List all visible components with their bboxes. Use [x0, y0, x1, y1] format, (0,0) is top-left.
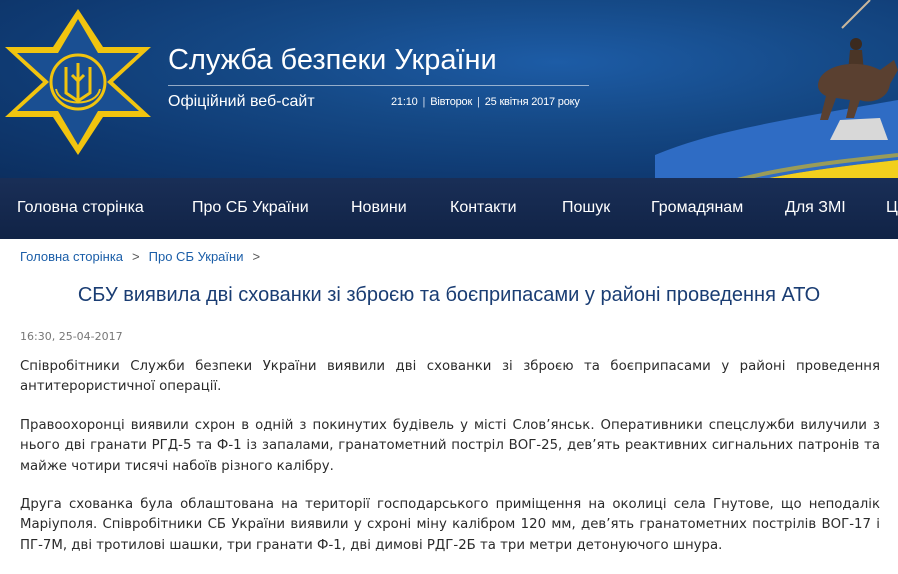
nav-item-about[interactable]: Про СБ України — [192, 199, 309, 217]
nav-item-media[interactable]: Для ЗМІ — [785, 199, 846, 217]
breadcrumb-home-link[interactable]: Головна сторінка — [20, 249, 123, 264]
current-weekday: Вівторок — [430, 96, 473, 108]
chevron-right-icon: > — [132, 249, 140, 264]
current-date: 25 квітня 2017 року — [484, 96, 580, 108]
sbu-emblem-logo — [5, 9, 151, 155]
separator: | — [422, 96, 426, 108]
article-timestamp: 16:30, 25-04-2017 — [20, 330, 123, 343]
breadcrumb-about-link[interactable]: Про СБ України — [149, 249, 244, 264]
horseman-statue-image — [818, 0, 898, 140]
article-title: СБУ виявила дві схованки зі зброєю та бо… — [77, 284, 821, 306]
nav-item-search[interactable]: Пошук — [562, 199, 610, 217]
article-body: Співробітники Служби безпеки України вия… — [20, 357, 880, 574]
chevron-right-icon: > — [252, 249, 261, 264]
nav-item-home[interactable]: Головна сторінка — [17, 199, 144, 217]
article-paragraph: Правоохоронці виявили схрон в одній з по… — [20, 417, 880, 474]
nav-item-citizens[interactable]: Громадянам — [651, 199, 743, 217]
nav-item-contacts[interactable]: Контакти — [450, 199, 517, 217]
site-title: Служба безпеки України — [168, 44, 497, 76]
current-datetime: 21:10 | Вівторок | 25 квітня 2017 року — [391, 96, 580, 108]
nav-item-news[interactable]: Новини — [351, 199, 407, 217]
nav-item-truncated[interactable]: Ц — [886, 199, 898, 217]
breadcrumb: Головна сторінка > Про СБ України > — [20, 249, 269, 264]
header-divider — [168, 85, 589, 86]
site-subtitle: Офіційний веб-сайт — [168, 93, 315, 110]
article-paragraph: Друга схованка була облаштована на терит… — [20, 497, 880, 553]
article-paragraph: Співробітники Служби безпеки України вия… — [20, 359, 880, 395]
separator: | — [477, 96, 480, 108]
main-navigation: Головна сторінка Про СБ України Новини К… — [0, 178, 898, 239]
site-header: Служба безпеки України Офіційний веб-сай… — [0, 0, 898, 178]
current-time: 21:10 — [391, 96, 418, 108]
